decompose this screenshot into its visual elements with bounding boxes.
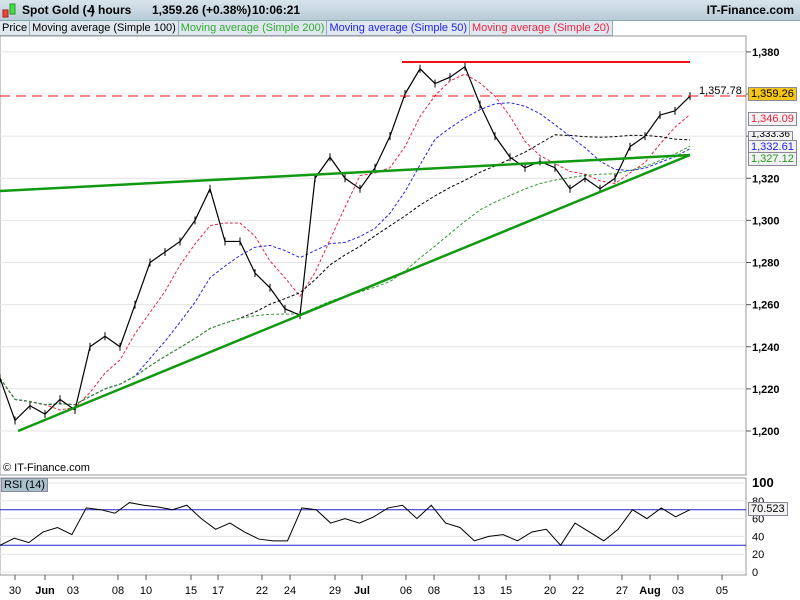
x-tick-label: 30	[9, 585, 21, 597]
ma50-line	[0, 102, 691, 406]
x-tick-label: 27	[616, 585, 628, 597]
price-tick-label: 1,220	[752, 384, 780, 396]
rsi-tick-label: 100	[752, 475, 774, 490]
x-tick-label: 03	[67, 585, 79, 597]
price-label: 1,359.26	[748, 87, 797, 101]
ma20-label: 1,346.09	[748, 112, 797, 126]
rsi-label: RSI (14)	[1, 478, 48, 492]
x-tick-label: 22	[256, 585, 268, 597]
x-tick-label: 08	[112, 585, 124, 597]
x-tick-label: 15	[500, 585, 512, 597]
price-tick-label: 1,240	[752, 342, 780, 354]
price-tick-label: 1,320	[752, 173, 780, 185]
rsi-plot-frame	[0, 477, 747, 576]
price-tick-label: 1,280	[752, 258, 780, 270]
x-tick-label: 29	[329, 585, 341, 597]
price-tick-label: 1,200	[752, 426, 780, 438]
rsi-value-label: 70.523	[748, 502, 788, 516]
rsi-tick-label: 20	[752, 549, 764, 561]
rsi-tick-label: 40	[752, 531, 764, 543]
x-tick-label: Jun	[35, 585, 55, 597]
x-tick-label: 22	[572, 585, 584, 597]
x-tick-label: Aug	[639, 585, 660, 597]
price-tick-label: 1,260	[752, 300, 780, 312]
x-tick-label: 13	[473, 585, 485, 597]
x-tick-label: 06	[400, 585, 412, 597]
ma200-label: 1,327.12	[748, 152, 797, 166]
price-tick-label: 1,380	[752, 47, 780, 59]
last-close-label: 1,357.78	[699, 85, 742, 97]
upper-trendline	[0, 153, 691, 193]
x-tick-label: 08	[428, 585, 440, 597]
price-chart[interactable]: 1,2001,2201,2401,2601,2801,3001,3201,340…	[0, 0, 800, 600]
x-tick-label: 03	[672, 585, 684, 597]
x-tick-label: 05	[716, 585, 728, 597]
rsi-tick-label: 0	[752, 567, 758, 579]
rsi-line	[0, 502, 691, 547]
x-tick-label: Jul	[354, 585, 370, 597]
price-line	[0, 65, 691, 422]
x-tick-label: 15	[185, 585, 197, 597]
x-tick-label: 10	[140, 585, 152, 597]
x-tick-label: 20	[544, 585, 556, 597]
watermark: © IT-Finance.com	[3, 462, 90, 474]
x-tick-label: 24	[284, 585, 296, 597]
price-plot-frame	[0, 35, 747, 476]
lower-trendline	[17, 153, 691, 433]
price-tick-label: 1,300	[752, 215, 780, 227]
x-tick-label: 17	[212, 585, 224, 597]
